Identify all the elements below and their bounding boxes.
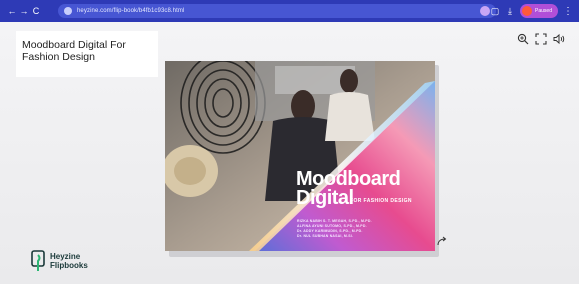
site-info-icon[interactable]: [64, 7, 72, 15]
sound-icon[interactable]: [553, 33, 565, 45]
title-card: Moodboard Digital For Fashion Design: [16, 31, 158, 77]
fullscreen-icon[interactable]: [535, 33, 547, 45]
brand-name-line1: Heyzine: [50, 252, 81, 261]
back-button[interactable]: ←: [6, 0, 18, 22]
heyzine-logo-icon: [31, 250, 45, 271]
page-turn-icon[interactable]: [436, 234, 448, 246]
download-icon[interactable]: ⤓: [505, 6, 515, 17]
browser-menu-icon[interactable]: ⋮: [563, 6, 573, 17]
cover-subtitle: FOR FASHION DESIGN: [350, 198, 412, 204]
forward-button[interactable]: →: [18, 0, 30, 22]
zoom-in-icon[interactable]: [517, 33, 529, 45]
extension-icon[interactable]: [480, 6, 490, 16]
cover-authors: RIZKA NABIH S. T. MEGAH, S.PD., M.PD. AL…: [297, 219, 372, 239]
author-line: Dr. NUL SUBHAN NASAI, M.SI.: [297, 234, 354, 238]
browser-toolbar: ← → C heyzine.com/flip-book/b4fb1c93c8.h…: [0, 0, 579, 22]
avatar: [522, 6, 533, 16]
profile-button[interactable]: Paused: [520, 4, 558, 18]
address-bar[interactable]: heyzine.com/flip-book/b4fb1c93c8.html: [58, 4, 496, 18]
brand-name-line2: Flipbooks: [50, 261, 88, 270]
page-title: Moodboard Digital For Fashion Design: [22, 39, 126, 63]
book-cover[interactable]: Moodboard Digital FOR FASHION DESIGN RIZ…: [165, 61, 435, 251]
profile-label: Paused: [535, 8, 552, 14]
reload-button[interactable]: C: [30, 0, 42, 22]
url-text: heyzine.com/flip-book/b4fb1c93c8.html: [77, 8, 185, 14]
flipbook-viewer: Moodboard Digital For Fashion Design Moo…: [0, 22, 579, 284]
heyzine-brand[interactable]: Heyzine Flipbooks: [31, 249, 88, 273]
viewer-toolbar: [517, 33, 565, 45]
cover-title-line2: Digital: [296, 187, 354, 209]
tab-icon[interactable]: ▢: [490, 6, 500, 17]
